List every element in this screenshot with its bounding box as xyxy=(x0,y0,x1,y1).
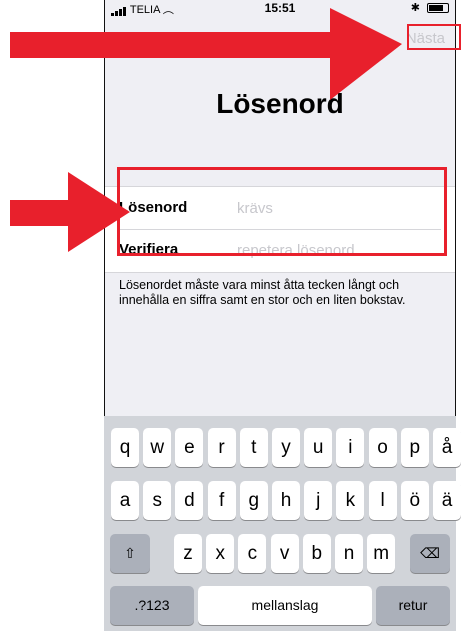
annotation-arrows xyxy=(10,8,402,252)
arrow-to-form xyxy=(10,172,130,252)
arrow-to-next xyxy=(10,8,402,100)
